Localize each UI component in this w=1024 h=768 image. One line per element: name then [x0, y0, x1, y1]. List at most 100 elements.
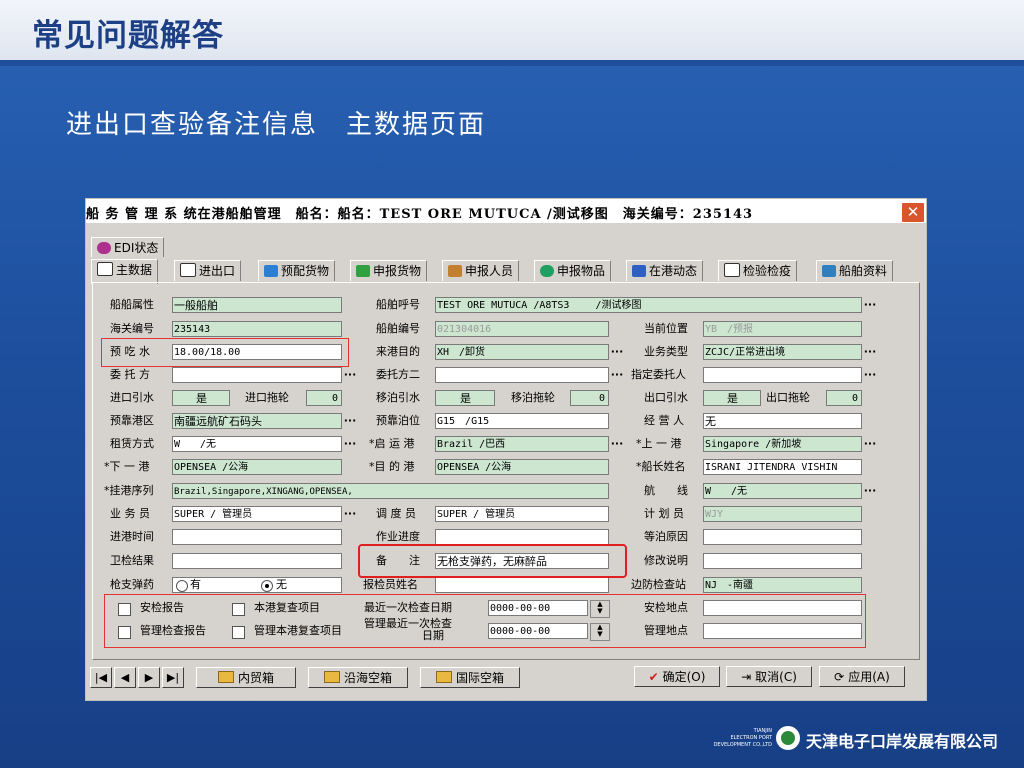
nav-first-button[interactable]: |◀ [90, 667, 112, 688]
route-more-button[interactable]: ··· [863, 485, 877, 501]
pre-berth-field[interactable]: G15 /G15 [435, 413, 609, 429]
border-station-field[interactable]: NJ -南疆 [703, 577, 862, 593]
ship-attr-field[interactable]: 一般船舶 [172, 297, 342, 313]
inspector-field[interactable] [435, 577, 609, 593]
tab-declared-personnel[interactable]: 申报人员 [442, 260, 520, 281]
goods-icon [356, 265, 370, 277]
nav-next-button[interactable]: ▶ [138, 667, 160, 688]
intl-empty-button[interactable]: 国际空箱 [420, 667, 520, 688]
weapons-no-radio[interactable] [261, 580, 273, 592]
weapons-yes-radio[interactable] [176, 580, 188, 592]
progress-field[interactable] [435, 529, 609, 545]
ship-no-field[interactable]: 021304016 [435, 321, 609, 337]
confirm-button[interactable]: ✔ 确定(O) [634, 666, 720, 687]
folder-icon [217, 671, 234, 683]
purpose-more-button[interactable]: ··· [610, 346, 624, 362]
dest-port-field[interactable]: OPENSEA /公海 [435, 459, 609, 475]
biz-type-more-button[interactable]: ··· [863, 346, 877, 362]
tab-main-data[interactable]: 主数据 [91, 259, 159, 284]
health-field[interactable] [172, 553, 342, 569]
in-time-field[interactable] [172, 529, 342, 545]
apply-button[interactable]: ⟳ 应用(A) [819, 666, 905, 687]
dynamics-icon [632, 265, 646, 277]
dispatcher-field[interactable]: SUPER / 管理员 [435, 506, 609, 522]
clerk-more-button[interactable]: ··· [343, 508, 357, 524]
nav-last-button[interactable]: ▶| [162, 667, 184, 688]
customs-no-field[interactable]: 235143 [172, 321, 342, 337]
route-field[interactable]: W /无 [703, 483, 862, 499]
modify-note-field[interactable] [703, 553, 862, 569]
shift-pilot-field[interactable]: 是 [435, 390, 495, 406]
designated-field[interactable] [703, 367, 862, 383]
principal-field[interactable] [172, 367, 342, 383]
purpose-field[interactable]: XH /卸货 [435, 344, 609, 360]
window-title: 船 务 管 理 系 统在港船舶管理 船名：船名：TEST ORE MUTUCA … [86, 207, 754, 222]
health-label: 卫检结果 [110, 554, 154, 567]
ship-attr-label: 船船属性 [110, 298, 154, 311]
logo-en-line3: DEVELOPMENT CO.,LTD [713, 742, 772, 748]
close-button[interactable]: ✕ [901, 202, 925, 223]
modify-note-label: 修改说明 [644, 554, 688, 567]
pre-area-field[interactable]: 南疆远航矿石码头 [172, 413, 342, 429]
next-port-field[interactable]: OPENSEA /公海 [172, 459, 342, 475]
last-port-more-button[interactable]: ··· [863, 438, 877, 454]
principal-more-button[interactable]: ··· [343, 369, 357, 385]
ship-call-field[interactable]: TEST ORE MUTUCA /A8TS3 /测试移图 [435, 297, 862, 313]
tab-declared-items[interactable]: 申报物品 [534, 260, 612, 281]
in-pilot-field[interactable]: 是 [172, 390, 230, 406]
departure-field[interactable]: Brazil /巴西 [435, 436, 609, 452]
principal-label: 委 托 方 [110, 368, 150, 381]
ship-call-more-button[interactable]: ··· [863, 299, 877, 315]
operator-field[interactable]: 无 [703, 413, 862, 429]
tab-preassigned-cargo[interactable]: 预配货物 [258, 260, 336, 281]
port-seq-field[interactable]: Brazil,Singapore,XINGANG,OPENSEA, [172, 483, 609, 499]
checkmark-icon: ✔ [648, 670, 659, 684]
document-icon [97, 262, 113, 276]
port-seq-label: *挂港序列 [104, 484, 154, 497]
lease-more-button[interactable]: ··· [343, 438, 357, 454]
wait-reason-field[interactable] [703, 529, 862, 545]
designated-more-button[interactable]: ··· [863, 369, 877, 385]
tab-declared-cargo[interactable]: 申报货物 [350, 260, 428, 281]
lease-field[interactable]: W /无 [172, 436, 342, 452]
principal2-label: 委托方二 [376, 368, 420, 381]
in-tug-field[interactable]: 0 [306, 390, 342, 406]
departure-more-button[interactable]: ··· [610, 438, 624, 454]
tab-port-dynamics[interactable]: 在港动态 [626, 260, 704, 281]
last-port-field[interactable]: Singapore /新加坡 [703, 436, 862, 452]
tab-inspection[interactable]: 检验检疫 [718, 260, 798, 281]
form-icon [180, 263, 196, 277]
ship-no-label: 船舶编号 [376, 322, 420, 335]
planner-field[interactable]: WJY [703, 506, 862, 522]
designated-label: 指定委托人 [631, 368, 686, 381]
clerk-field[interactable]: SUPER / 管理员 [172, 506, 342, 522]
nav-prev-button[interactable]: ◀ [114, 667, 136, 688]
window-titlebar: 船 务 管 理 系 统在港船舶管理 船名：船名：TEST ORE MUTUCA … [86, 199, 926, 223]
coastal-empty-button[interactable]: 沿海空箱 [308, 667, 408, 688]
in-tug-label: 进口拖轮 [245, 391, 289, 404]
inspection-icon [724, 263, 740, 277]
cargo-icon [264, 265, 278, 277]
ship-call-label: 船舶呼号 [376, 298, 420, 311]
principal2-more-button[interactable]: ··· [610, 369, 624, 385]
exit-icon: ⇥ [741, 670, 752, 684]
out-pilot-field[interactable]: 是 [703, 390, 761, 406]
out-tug-field[interactable]: 0 [826, 390, 862, 406]
principal2-field[interactable] [435, 367, 609, 383]
pre-berth-label: 预靠泊位 [376, 414, 420, 427]
shift-tug-field[interactable]: 0 [570, 390, 609, 406]
biz-type-label: 业务类型 [644, 345, 688, 358]
domestic-box-button[interactable]: 内贸箱 [196, 667, 296, 688]
tab-edi-status[interactable]: EDI状态 [91, 237, 165, 257]
tab-import-export[interactable]: 进出口 [174, 260, 242, 281]
border-station-label: 边防检查站 [631, 578, 686, 591]
captain-field[interactable]: ISRANI JITENDRA VISHIN [703, 459, 862, 475]
weapons-no-label: 无 [276, 578, 287, 591]
tab-ship-info[interactable]: 船舶资料 [816, 260, 894, 281]
cancel-button[interactable]: ⇥ 取消(C) [726, 666, 812, 687]
app-window: 船 务 管 理 系 统在港船舶管理 船名：船名：TEST ORE MUTUCA … [85, 198, 927, 701]
pre-area-more-button[interactable]: ··· [343, 415, 357, 431]
cur-pos-field[interactable]: YB /预报 [703, 321, 862, 337]
route-label: 航 线 [644, 484, 688, 497]
biz-type-field[interactable]: ZCJC/正常进出境 [703, 344, 862, 360]
